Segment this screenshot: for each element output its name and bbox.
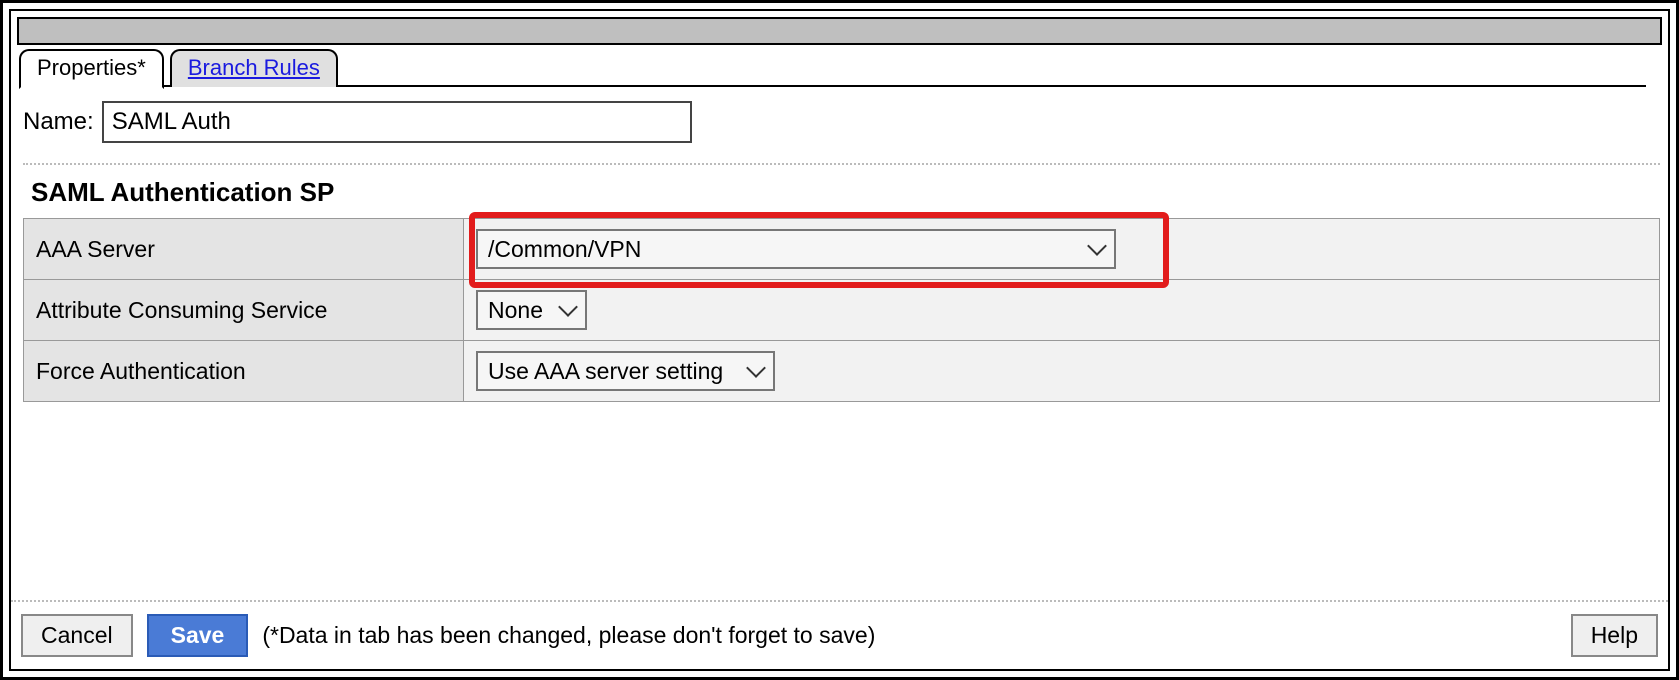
dropdown-force-auth[interactable]: Use AAA server setting xyxy=(476,351,775,391)
tab-properties[interactable]: Properties* xyxy=(19,49,164,89)
label-attr-consuming: Attribute Consuming Service xyxy=(24,280,464,341)
cell-force-auth: Use AAA server setting xyxy=(464,341,1660,402)
name-label: Name: xyxy=(23,108,94,136)
dropdown-aaa-server-value: /Common/VPN xyxy=(488,236,641,263)
name-row: Name: xyxy=(23,101,1660,143)
row-aaa-server: AAA Server /Common/VPN xyxy=(24,219,1660,280)
tab-branch-rules-label: Branch Rules xyxy=(188,55,320,80)
tabs-row: Properties* Branch Rules xyxy=(11,45,1668,87)
row-attr-consuming: Attribute Consuming Service None xyxy=(24,280,1660,341)
dialog-panel: Properties* Branch Rules Name: SAML Auth… xyxy=(9,9,1670,671)
label-aaa-server: AAA Server xyxy=(24,219,464,280)
chevron-down-icon xyxy=(1087,236,1107,256)
cell-attr-consuming: None xyxy=(464,280,1660,341)
title-bar xyxy=(17,17,1662,45)
help-button[interactable]: Help xyxy=(1571,614,1658,657)
cell-aaa-server: /Common/VPN xyxy=(464,219,1660,280)
footer-note: (*Data in tab has been changed, please d… xyxy=(262,622,875,649)
chevron-down-icon xyxy=(558,297,578,317)
label-force-auth: Force Authentication xyxy=(24,341,464,402)
name-input[interactable] xyxy=(102,101,692,143)
settings-table-wrapper: AAA Server /Common/VPN Attribute Consumi… xyxy=(23,218,1660,402)
dialog-window: Properties* Branch Rules Name: SAML Auth… xyxy=(0,0,1679,680)
tab-properties-label: Properties* xyxy=(37,55,146,80)
dropdown-attr-consuming[interactable]: None xyxy=(476,290,587,330)
footer: Cancel Save (*Data in tab has been chang… xyxy=(11,600,1668,669)
chevron-down-icon xyxy=(746,358,766,378)
settings-table: AAA Server /Common/VPN Attribute Consumi… xyxy=(23,218,1660,402)
row-force-auth: Force Authentication Use AAA server sett… xyxy=(24,341,1660,402)
save-button[interactable]: Save xyxy=(147,614,249,657)
dropdown-force-auth-value: Use AAA server setting xyxy=(488,358,723,385)
form-area: Name: SAML Authentication SP AAA Server … xyxy=(11,87,1668,410)
section-title: SAML Authentication SP xyxy=(23,173,1660,218)
separator xyxy=(23,163,1660,165)
dropdown-aaa-server[interactable]: /Common/VPN xyxy=(476,229,1116,269)
cancel-button[interactable]: Cancel xyxy=(21,614,133,657)
dropdown-attr-consuming-value: None xyxy=(488,297,543,324)
tab-branch-rules[interactable]: Branch Rules xyxy=(170,49,338,87)
